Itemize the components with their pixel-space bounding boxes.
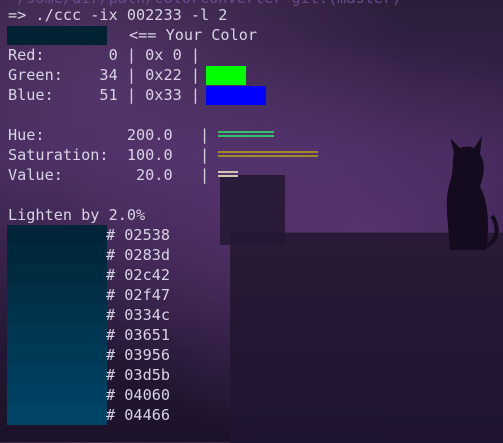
tint-swatch — [7, 305, 107, 325]
rgb-bar-blue — [206, 86, 266, 105]
cat-silhouette-icon — [446, 136, 499, 250]
hsv-row-value: Value: 20.0 | — [8, 166, 210, 184]
tint-swatch — [7, 405, 107, 425]
hsv-row-hue: Hue: 200.0 | — [8, 126, 210, 144]
lighten-label: Lighten by 2.0% — [8, 206, 146, 224]
background-ledge — [230, 232, 503, 443]
rgb-bar-green — [206, 66, 246, 85]
tint-swatch — [7, 365, 107, 385]
hsv-bar-saturation-0 — [218, 151, 318, 153]
hsv-bar-hue-0 — [218, 131, 274, 133]
your-color-swatch — [7, 26, 107, 45]
your-color-label: <== Your Color — [129, 26, 258, 44]
tint-hex-label: # 0334c — [106, 306, 171, 324]
tint-swatch — [7, 245, 107, 265]
tint-swatch — [7, 285, 107, 305]
tint-hex-label: # 04466 — [106, 406, 171, 424]
tint-hex-label: # 02c42 — [106, 266, 171, 284]
tint-swatch — [7, 325, 107, 345]
hsv-row-saturation: Saturation: 100.0 | — [8, 146, 210, 164]
rgb-row-blue: Blue: 51 | 0x33 | — [8, 86, 201, 104]
rgb-row-green: Green: 34 | 0x22 | — [8, 66, 201, 84]
tint-hex-label: # 02538 — [106, 226, 171, 244]
tint-swatch — [7, 345, 107, 365]
hsv-bar-saturation-1 — [218, 155, 318, 157]
tint-hex-label: # 03d5b — [106, 366, 171, 384]
rgb-row-red: Red: 0 | 0x 0 | — [8, 46, 201, 64]
tint-swatch — [7, 225, 107, 245]
tint-hex-label: # 04060 — [106, 386, 171, 404]
hsv-bar-value-0 — [218, 171, 238, 173]
tint-hex-label: # 03651 — [106, 326, 171, 344]
tint-hex-label: # 02f47 — [106, 286, 171, 304]
tint-hex-label: # 03956 — [106, 346, 171, 364]
hsv-bar-hue-1 — [218, 135, 274, 137]
tint-hex-label: # 0283d — [106, 246, 171, 264]
background-box — [220, 175, 285, 245]
tint-swatch — [7, 385, 107, 405]
tint-swatch — [7, 265, 107, 285]
command-prompt: => ./ccc -ix 002233 -l 2 — [8, 6, 228, 24]
hsv-bar-value-1 — [218, 175, 238, 177]
